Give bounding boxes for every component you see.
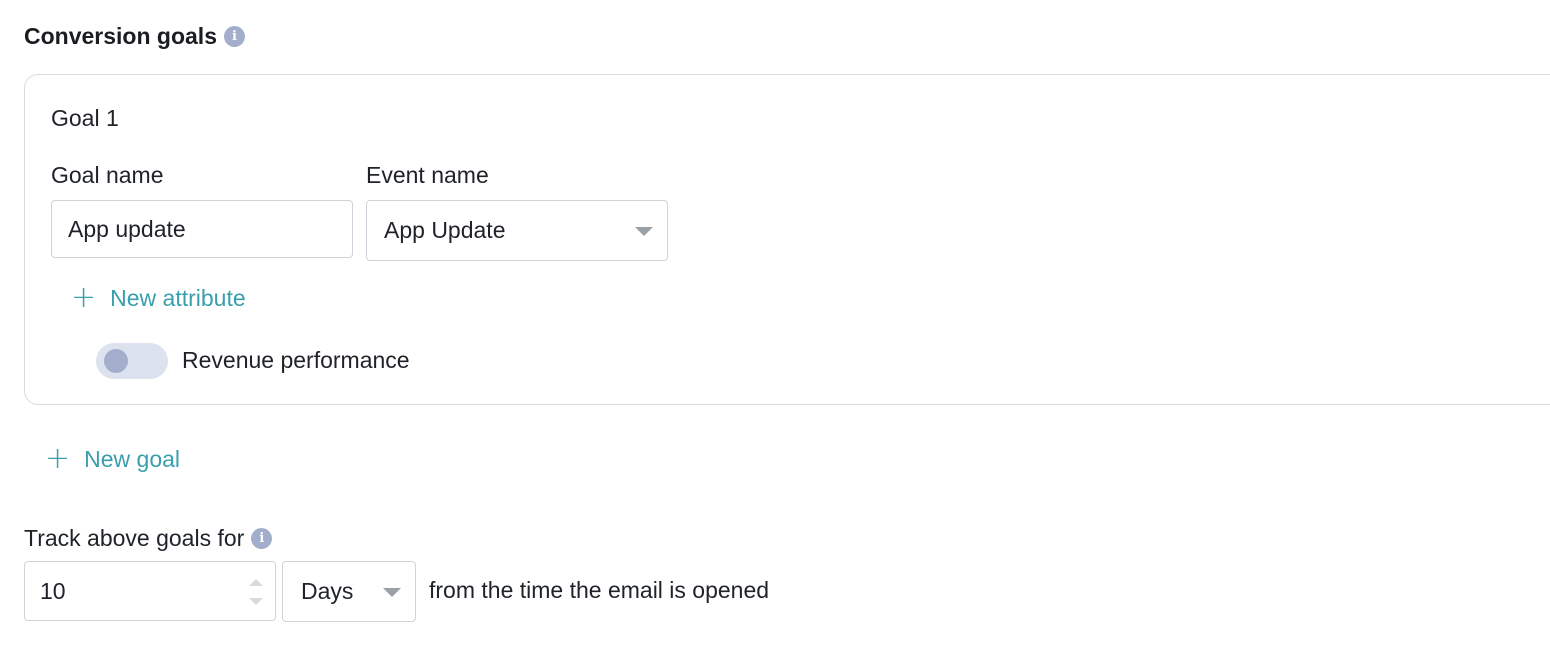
duration-value: 10 [40, 577, 66, 604]
new-goal-label: New goal [84, 445, 181, 472]
goal-heading: Goal 1 [51, 105, 119, 131]
new-goal-button[interactable]: + New goal [45, 444, 180, 474]
chevron-down-icon [635, 227, 653, 236]
info-icon[interactable]: i [223, 25, 245, 47]
track-goals-text: Track above goals for [24, 524, 245, 551]
event-name-select[interactable]: App Update [366, 200, 668, 261]
revenue-performance-label: Revenue performance [182, 347, 410, 373]
event-name-selected-value: App Update [384, 217, 506, 243]
new-attribute-button[interactable]: + New attribute [71, 283, 246, 313]
duration-unit-select[interactable]: Days [282, 561, 416, 622]
goal-card: Goal 1 Goal name Event name App Update +… [24, 74, 1550, 405]
new-attribute-label: New attribute [110, 284, 246, 311]
toggle-knob [104, 349, 128, 373]
event-name-label: Event name [366, 162, 489, 188]
section-title-text: Conversion goals [24, 22, 217, 49]
number-stepper[interactable] [249, 577, 263, 607]
plus-icon: + [71, 280, 97, 315]
goal-name-input[interactable] [51, 200, 353, 258]
stepper-down-icon[interactable] [249, 598, 263, 605]
stepper-up-icon[interactable] [249, 579, 263, 586]
track-goals-label: Track above goals for i [24, 522, 273, 554]
revenue-performance-toggle[interactable] [96, 343, 168, 379]
section-title: Conversion goals i [24, 20, 245, 52]
duration-number-input[interactable]: 10 [24, 561, 276, 621]
tracking-suffix-text: from the time the email is opened [429, 577, 770, 603]
plus-icon: + [45, 441, 71, 476]
duration-unit-value: Days [301, 578, 354, 604]
info-icon[interactable]: i [251, 527, 273, 549]
goal-name-label: Goal name [51, 162, 164, 188]
chevron-down-icon [383, 588, 401, 597]
